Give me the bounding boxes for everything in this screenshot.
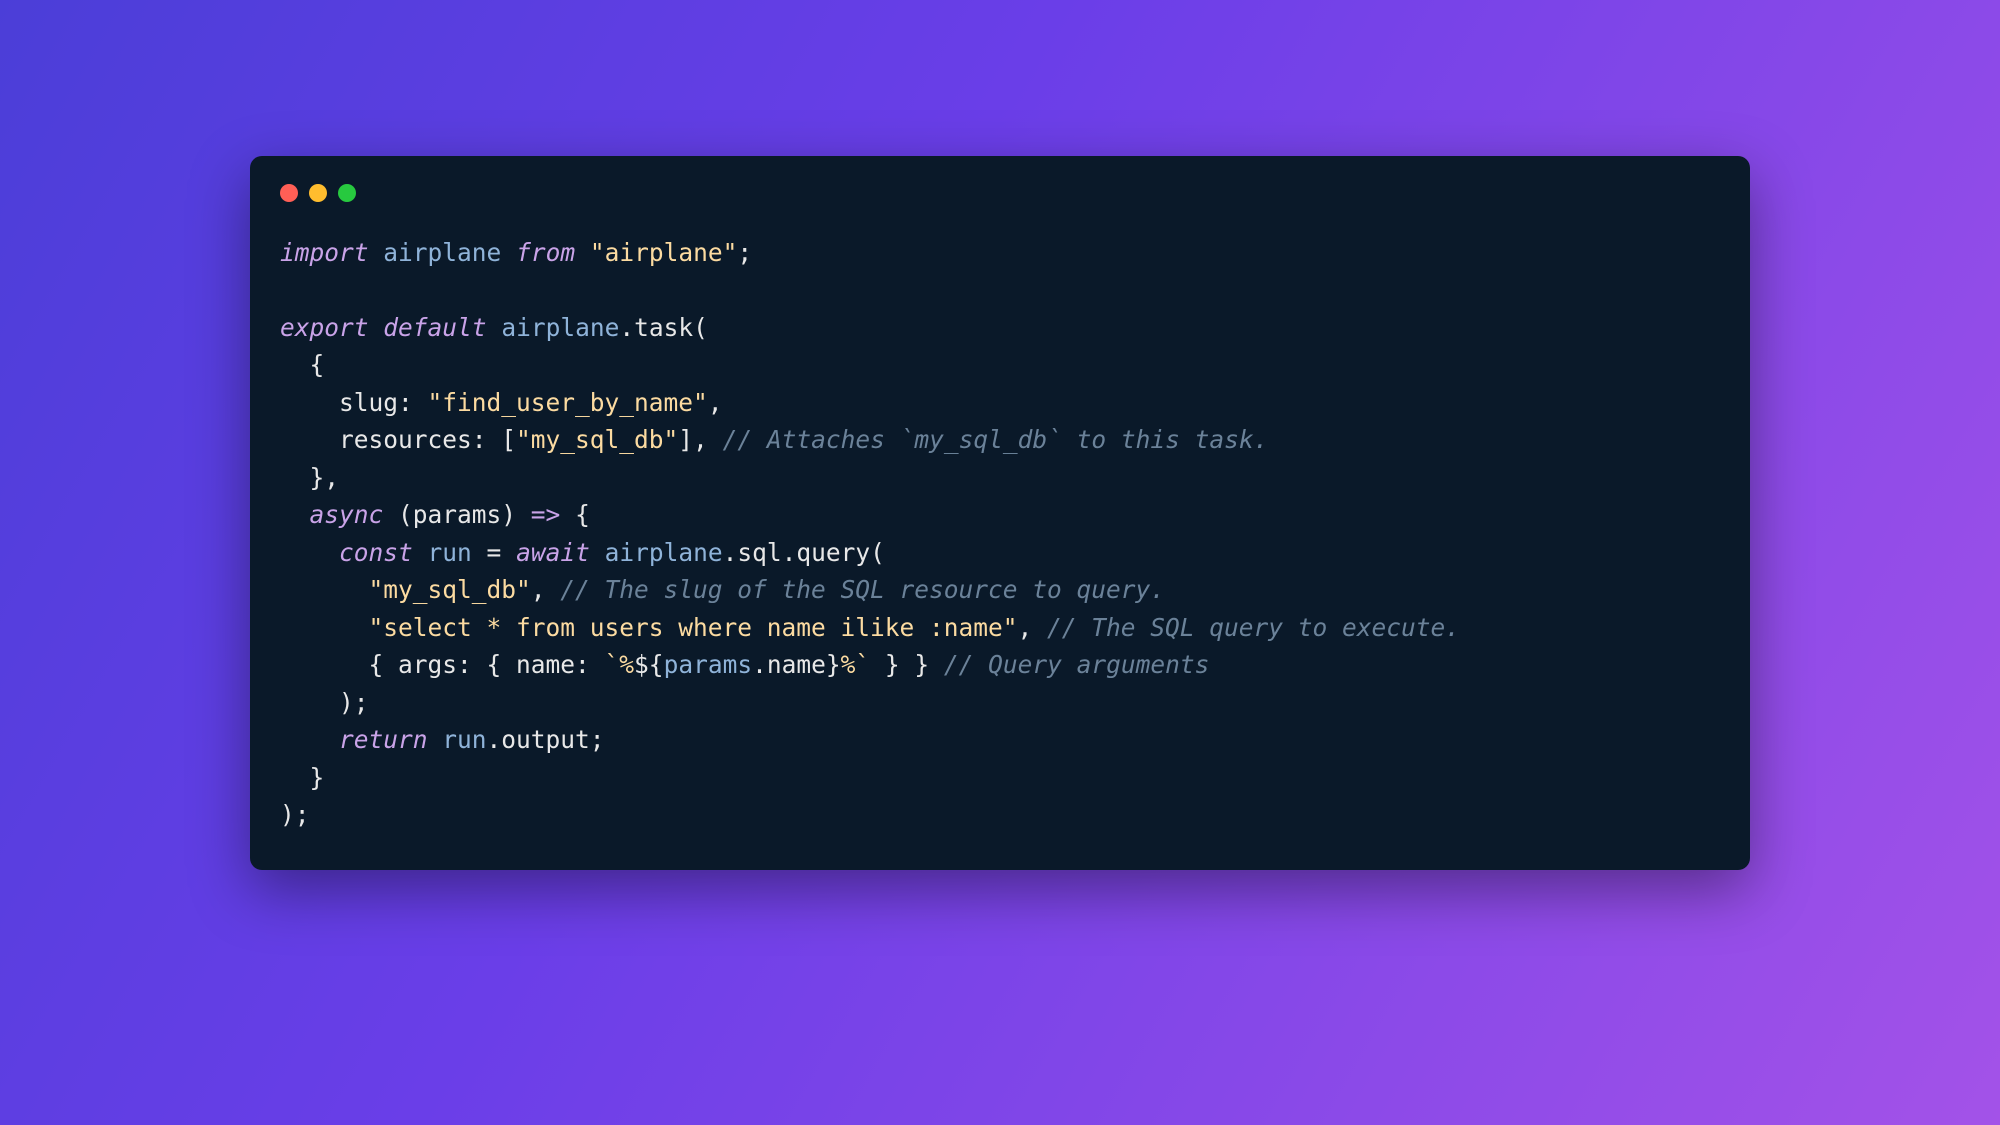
identifier: run [413, 538, 487, 567]
comment: // Attaches `my_sql_db` to this task. [723, 425, 1269, 454]
string-literal: "my_sql_db" [369, 575, 531, 604]
identifier: airplane [501, 313, 619, 342]
arrow-function: => [531, 500, 561, 529]
keyword-return: return [339, 725, 428, 754]
code-window: import airplane from "airplane"; export … [250, 156, 1750, 870]
close-icon[interactable] [280, 184, 298, 202]
keyword-import: import [280, 238, 369, 267]
template-literal: %` [841, 650, 871, 679]
args-object: { args: { name: [369, 650, 605, 679]
string-literal: "my_sql_db" [516, 425, 678, 454]
code-block: import airplane from "airplane"; export … [280, 234, 1720, 834]
comment: // The SQL query to execute. [1047, 613, 1460, 642]
keyword-const: const [339, 538, 413, 567]
keyword-await: await [516, 538, 590, 567]
string-literal: "select * from users where name ilike :n… [369, 613, 1018, 642]
identifier: params [664, 650, 753, 679]
keyword-default: default [383, 313, 486, 342]
template-literal: `% [605, 650, 635, 679]
method-call: .sql.query( [723, 538, 885, 567]
property-resources: resources: [ [339, 425, 516, 454]
keyword-async: async [310, 500, 384, 529]
property-slug: slug: [339, 388, 428, 417]
minimize-icon[interactable] [309, 184, 327, 202]
keyword-from: from [516, 238, 575, 267]
identifier: airplane [590, 538, 723, 567]
string-literal: "find_user_by_name" [428, 388, 708, 417]
keyword-export: export [280, 313, 369, 342]
comment: // Query arguments [944, 650, 1210, 679]
method-call: .task( [619, 313, 708, 342]
string-literal: "airplane" [590, 238, 738, 267]
comment: // The slug of the SQL resource to query… [560, 575, 1165, 604]
maximize-icon[interactable] [338, 184, 356, 202]
window-titlebar [280, 184, 1720, 202]
identifier: airplane [383, 238, 501, 267]
identifier: run [428, 725, 487, 754]
